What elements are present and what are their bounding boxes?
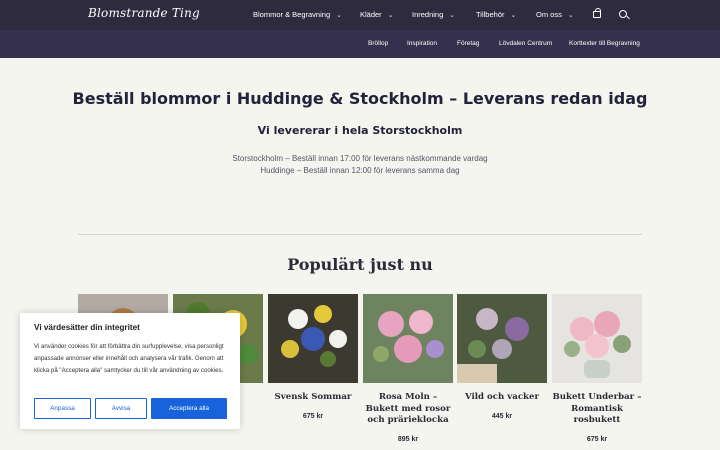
nav-item-inredning[interactable]: Inredning ⌄: [412, 10, 455, 19]
subnav-item-inspiration[interactable]: Inspiration: [407, 40, 437, 47]
nav-item-label: Om oss: [536, 10, 562, 19]
product-price: 895 kr: [397, 435, 419, 443]
site-logo[interactable]: Blomstrande Ting: [88, 6, 200, 20]
subnav-item-lovdalen-centrum[interactable]: Lövdalen Centrum: [499, 40, 552, 47]
chevron-down-icon: ⌄: [449, 12, 456, 19]
customize-button[interactable]: Anpassa: [34, 398, 91, 419]
product-image-bouquet[interactable]: [268, 294, 358, 383]
nav-item-label: Inredning: [412, 10, 444, 19]
product-price: 445 kr: [491, 412, 513, 420]
product-card[interactable]: Vild och vacker 445 kr: [457, 294, 547, 420]
subnav-item-foretag[interactable]: Företag: [457, 40, 479, 47]
product-card[interactable]: Svensk Sommar 675 kr: [268, 294, 358, 420]
shopping-bag-icon[interactable]: [593, 8, 601, 18]
product-price: 675 kr: [586, 435, 608, 443]
cookie-banner-text: Vi använder cookies för att förbättra di…: [34, 343, 224, 374]
search-icon[interactable]: [619, 10, 627, 18]
nav-item-klader[interactable]: Kläder ⌄: [360, 10, 394, 19]
delivery-info-stockholm: Storstockholm – Beställ innan 17:00 för …: [232, 154, 488, 163]
section-divider: [78, 234, 642, 235]
nav-item-om-oss[interactable]: Om oss ⌄: [536, 10, 574, 19]
subnav-item-korttexter[interactable]: Korttexter till Begravning: [569, 40, 640, 47]
hero-subtitle: Vi levererar i hela Storstockholm: [257, 124, 463, 137]
product-image-bouquet[interactable]: [363, 294, 453, 383]
reject-button[interactable]: Avvisa: [95, 398, 147, 419]
cookie-consent-banner: Vi värdesätter din integritet Vi använde…: [20, 313, 240, 429]
accept-all-button[interactable]: Acceptera alla: [151, 398, 227, 419]
popular-section-title: Populärt just nu: [287, 255, 433, 274]
product-card[interactable]: Bukett Underbar – Romantisk rosbukett 67…: [552, 294, 642, 443]
product-image-bouquet[interactable]: [552, 294, 642, 383]
top-navigation-bar: Blomstrande Ting Blommor & Begravning ⌄ K…: [0, 0, 720, 30]
chevron-down-icon: ⌄: [510, 12, 517, 19]
product-image-bouquet[interactable]: [457, 294, 547, 383]
secondary-navigation-bar: Bröllop Inspiration Företag Lövdalen Cen…: [0, 30, 720, 58]
product-name[interactable]: Vild och vacker: [457, 392, 547, 404]
product-name[interactable]: Rosa Moln – Bukett med rosor och präriek…: [363, 392, 453, 427]
nav-item-blommor[interactable]: Blommor & Begravning ⌄: [253, 10, 342, 19]
product-name[interactable]: Svensk Sommar: [268, 392, 358, 404]
chevron-down-icon: ⌄: [387, 12, 394, 19]
product-price: 675 kr: [302, 412, 324, 420]
subnav-item-brollop[interactable]: Bröllop: [368, 40, 388, 47]
cookie-banner-title: Vi värdesätter din integritet: [34, 323, 140, 332]
nav-item-tillbehor[interactable]: Tillbehör ⌄: [476, 10, 516, 19]
chevron-down-icon: ⌄: [336, 12, 342, 19]
page-title: Beställ blommor i Huddinge & Stockholm –…: [72, 89, 648, 108]
product-name[interactable]: Bukett Underbar – Romantisk rosbukett: [552, 392, 642, 427]
nav-item-label: Blommor & Begravning: [253, 10, 331, 19]
delivery-info-huddinge: Huddinge – Beställ innan 12:00 för lever…: [260, 166, 460, 175]
chevron-down-icon: ⌄: [567, 12, 574, 19]
product-card[interactable]: Rosa Moln – Bukett med rosor och präriek…: [363, 294, 453, 443]
nav-item-label: Kläder: [360, 10, 382, 19]
nav-item-label: Tillbehör: [476, 10, 505, 19]
